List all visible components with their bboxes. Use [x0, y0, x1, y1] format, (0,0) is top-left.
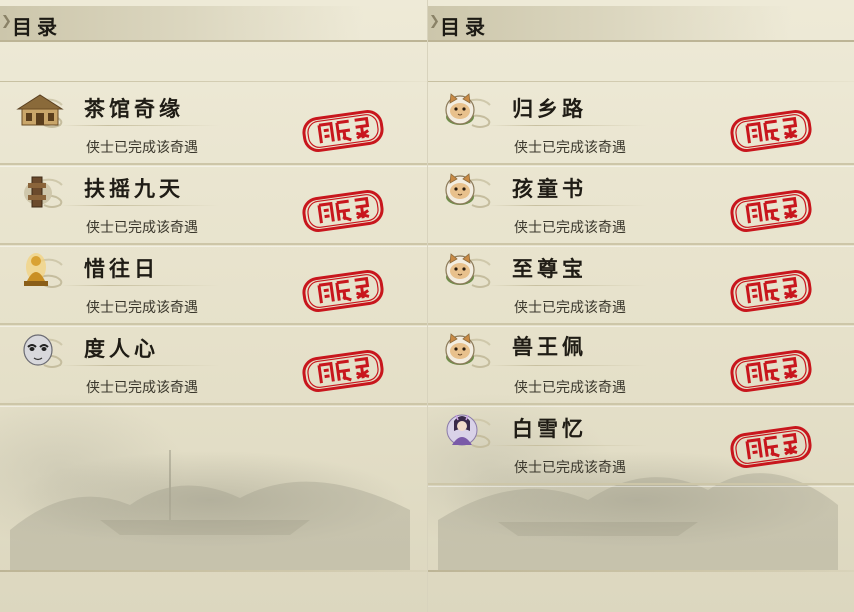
name-underline — [60, 285, 220, 286]
bottom-divider — [428, 570, 854, 572]
panel-title: 目录 — [12, 15, 62, 39]
completed-seal-stamp-icon — [726, 267, 816, 315]
completion-status: 侠士已完成该奇遇 — [514, 380, 626, 396]
name-underline — [488, 205, 648, 206]
completed-seal-stamp-icon — [726, 423, 816, 471]
adventure-name: 至尊宝 — [512, 256, 587, 281]
completed-seal-stamp-icon — [726, 107, 816, 155]
adventure-name: 孩童书 — [512, 176, 587, 201]
adventure-entry[interactable]: 茶馆奇缘 侠士已完成该奇遇 — [0, 83, 427, 167]
bottom-divider — [0, 570, 427, 572]
header-arrow-icon: ❯ — [429, 14, 440, 29]
cat-face-icon — [442, 251, 494, 289]
cat-face-icon — [442, 171, 494, 209]
completed-seal-stamp-icon — [726, 347, 816, 395]
cat-face-icon — [442, 91, 494, 129]
panel-header: ❯ 目录 — [428, 6, 854, 42]
completion-status: 侠士已完成该奇遇 — [514, 460, 626, 476]
adventure-name: 惜往日 — [84, 256, 159, 281]
completion-status: 侠士已完成该奇遇 — [86, 380, 198, 396]
adventure-entry[interactable]: 至尊宝 侠士已完成该奇遇 — [428, 243, 854, 327]
adventure-name: 归乡路 — [512, 96, 587, 121]
adventure-entry[interactable]: 度人心 侠士已完成该奇遇 — [0, 323, 427, 407]
completed-seal-stamp-icon — [298, 347, 388, 395]
name-underline — [488, 445, 648, 446]
adventure-entry[interactable]: 兽王佩 侠士已完成该奇遇 — [428, 323, 854, 407]
cat-face-icon — [442, 331, 494, 369]
header-divider — [428, 81, 854, 82]
completion-status: 侠士已完成该奇遇 — [86, 140, 198, 156]
left-catalog-panel: ❯ 目录 茶馆奇缘 侠士已完成该奇遇 扶摇九天 侠士已完成该奇遇 惜往日 侠士已… — [0, 0, 427, 612]
ink-landscape-decoration — [10, 450, 410, 570]
adventure-name: 扶摇九天 — [84, 176, 184, 201]
name-underline — [488, 285, 648, 286]
opera-mask-icon — [23, 334, 66, 369]
panel-header: ❯ 目录 — [0, 6, 427, 42]
adventure-name: 白雪忆 — [512, 416, 587, 441]
adventure-entry[interactable]: 归乡路 侠士已完成该奇遇 — [428, 83, 854, 167]
name-underline — [488, 365, 648, 366]
adventure-name: 兽王佩 — [512, 334, 587, 359]
adventure-name: 茶馆奇缘 — [84, 96, 184, 121]
completion-status: 侠士已完成该奇遇 — [514, 140, 626, 156]
completion-status: 侠士已完成该奇遇 — [86, 300, 198, 316]
header-divider — [0, 81, 427, 82]
teahouse-icon — [16, 94, 64, 129]
adventure-entry[interactable]: 惜往日 侠士已完成该奇遇 — [0, 243, 427, 327]
completion-status: 侠士已完成该奇遇 — [514, 300, 626, 316]
name-underline — [488, 125, 648, 126]
adventure-entry[interactable]: 扶摇九天 侠士已完成该奇遇 — [0, 163, 427, 247]
adventure-entry[interactable]: 白雪忆 侠士已完成该奇遇 — [428, 403, 854, 487]
completed-seal-stamp-icon — [298, 267, 388, 315]
maiden-portrait-icon — [446, 414, 494, 449]
adventure-name: 度人心 — [84, 336, 159, 361]
drum-pillar-icon — [24, 176, 66, 209]
completed-seal-stamp-icon — [298, 187, 388, 235]
completion-status: 侠士已完成该奇遇 — [514, 220, 626, 236]
name-underline — [60, 365, 220, 366]
name-underline — [60, 125, 220, 126]
name-underline — [60, 205, 220, 206]
header-arrow-icon: ❯ — [1, 14, 12, 29]
completion-status: 侠士已完成该奇遇 — [86, 220, 198, 236]
adventure-entry[interactable]: 孩童书 侠士已完成该奇遇 — [428, 163, 854, 247]
right-catalog-panel: ❯ 目录 归乡路 侠士已完成该奇遇 孩童书 侠士已完成该奇遇 至尊宝 侠士已完成… — [427, 0, 854, 612]
completed-seal-stamp-icon — [298, 107, 388, 155]
completed-seal-stamp-icon — [726, 187, 816, 235]
golden-buddha-icon — [24, 253, 66, 289]
panel-title: 目录 — [440, 15, 490, 39]
